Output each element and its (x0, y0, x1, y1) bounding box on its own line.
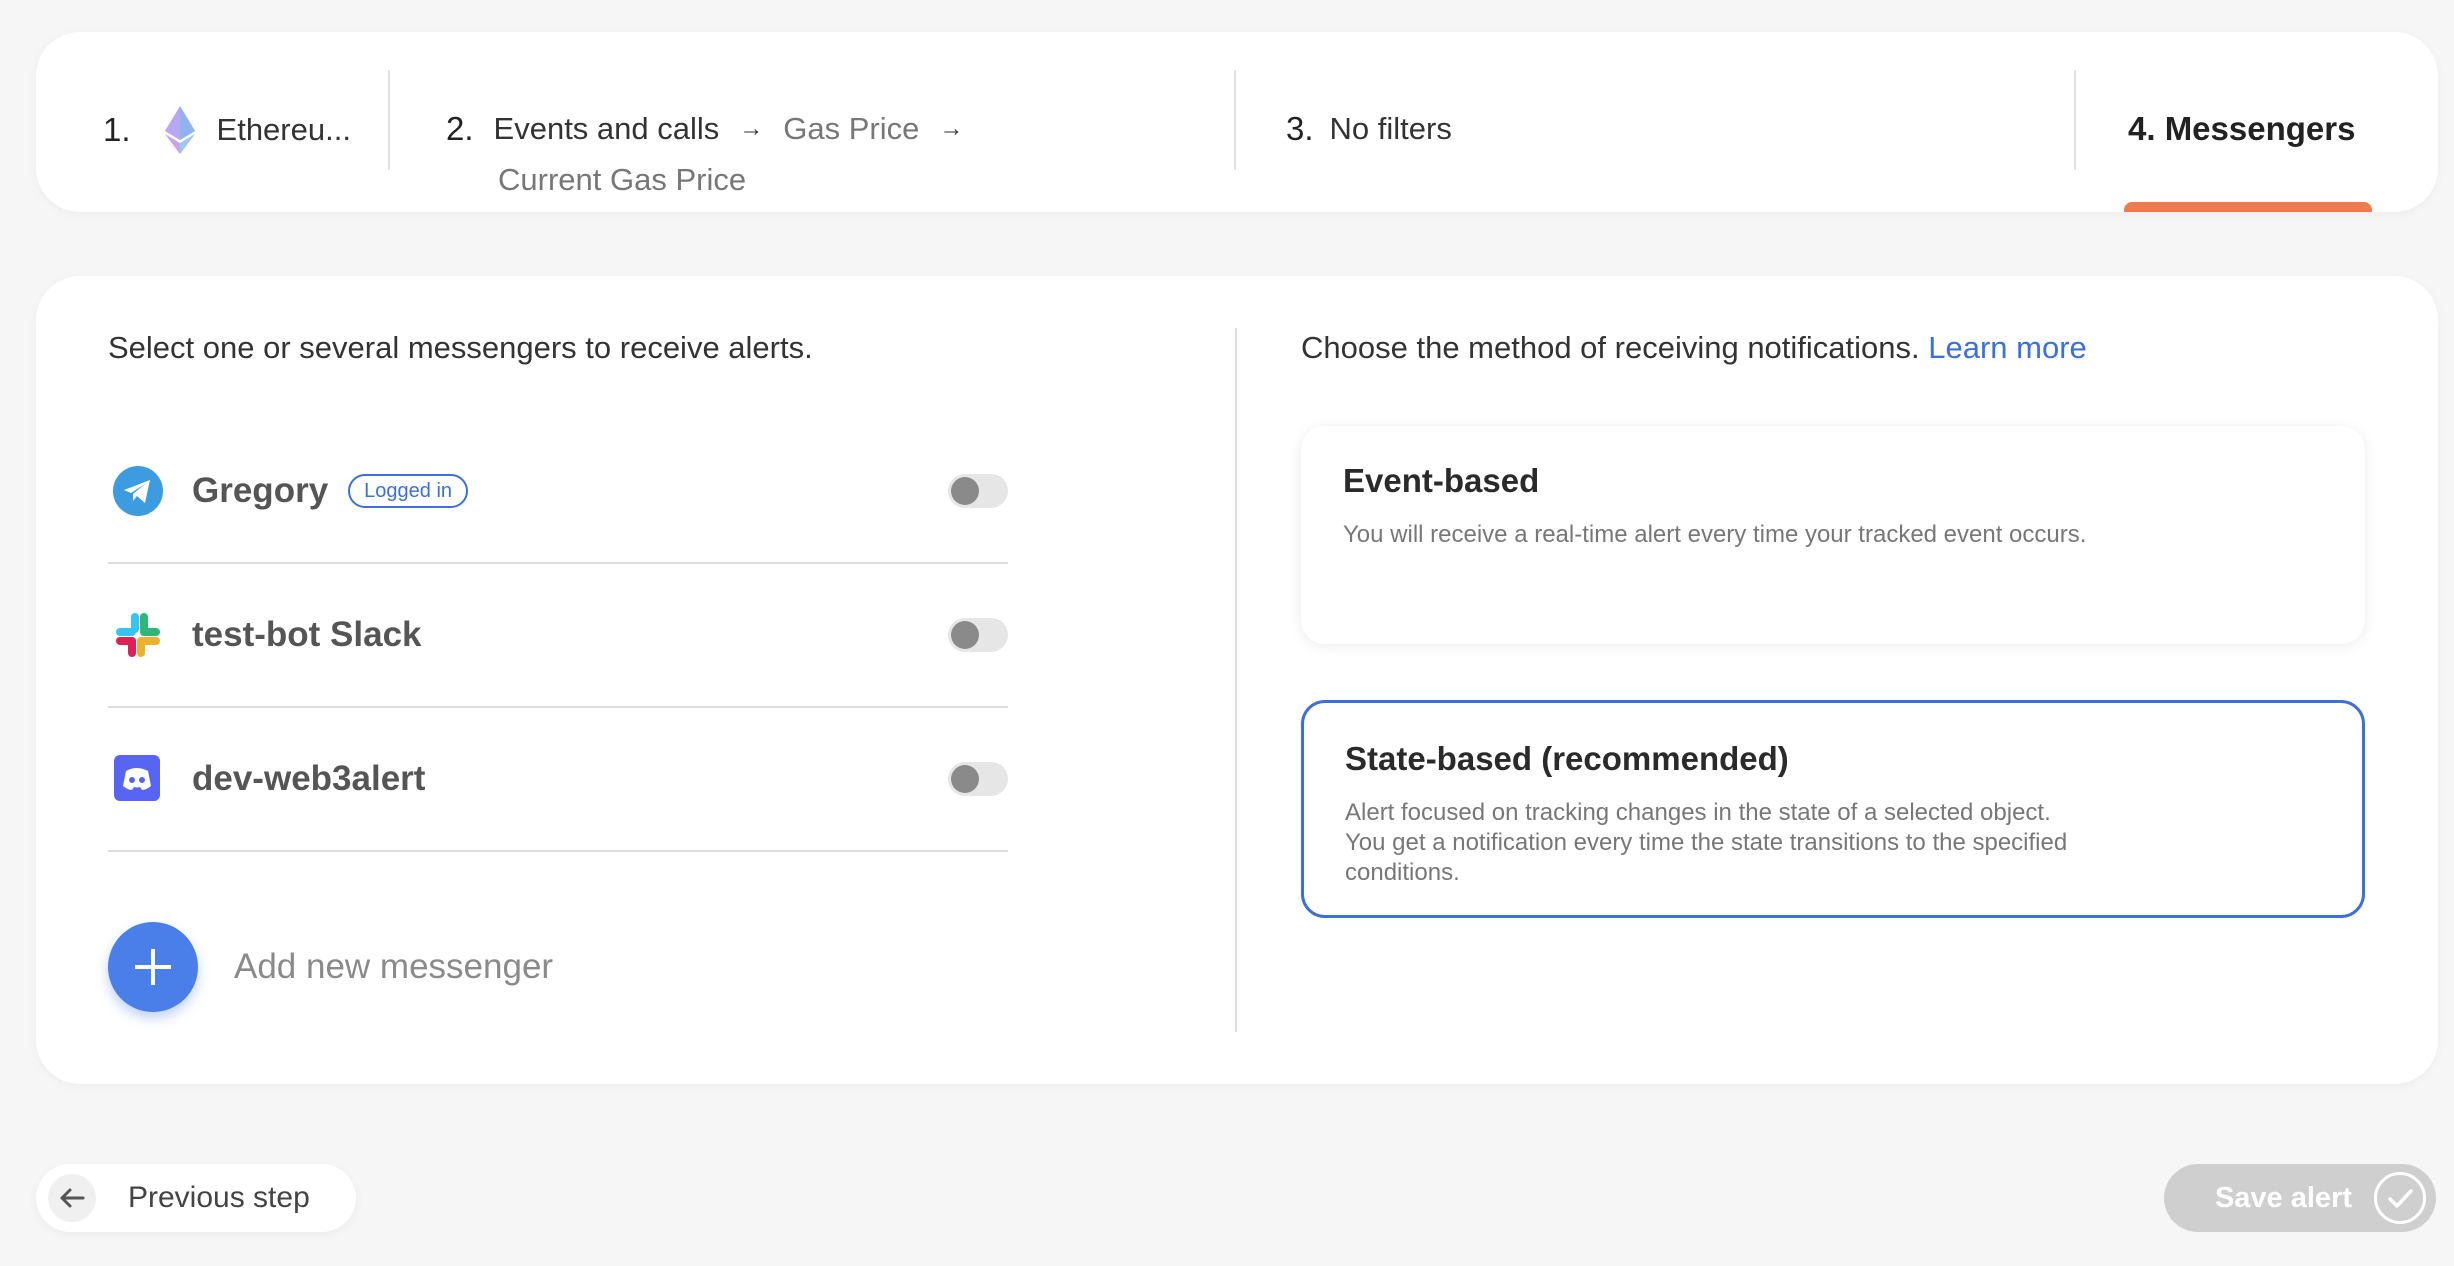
step-divider (1234, 70, 1236, 170)
save-alert-label: Save alert (2214, 1181, 2352, 1214)
messenger-row: Gregory Logged in (108, 420, 1008, 564)
save-alert-button[interactable]: Save alert (2164, 1164, 2436, 1232)
step-sub-label: Current Gas Price (498, 162, 747, 197)
plus-icon[interactable] (108, 922, 198, 1012)
method-title: State-based (recommended) (1345, 740, 1789, 777)
active-step-indicator (2124, 202, 2372, 212)
step-number: 3. (1286, 110, 1314, 147)
step-sub-label: Gas Price (783, 111, 920, 146)
messenger-name: Gregory (192, 471, 329, 510)
methods-title-text: Choose the method of receiving notificat… (1301, 330, 1920, 365)
messenger-row: dev-web3alert (108, 708, 1008, 852)
arrow-left-icon (48, 1174, 96, 1222)
column-divider (1235, 328, 1237, 1032)
messenger-toggle[interactable] (948, 762, 1008, 796)
step-network[interactable]: 1. Ethereu... (103, 104, 351, 156)
method-description: You will receive a real-time alert every… (1343, 521, 2087, 548)
method-option-state-based[interactable]: State-based (recommended) Alert focused … (1301, 700, 2365, 918)
arrow-right-icon: → (939, 115, 964, 142)
step-label: Events and calls (493, 111, 720, 146)
method-option-event-based[interactable]: Event-based You will receive a real-time… (1301, 426, 2365, 644)
learn-more-link[interactable]: Learn more (1928, 330, 2087, 365)
add-messenger-label: Add new messenger (234, 947, 554, 986)
step-divider (2074, 70, 2076, 170)
method-title: Event-based (1343, 462, 1540, 499)
steps-bar: 1. Ethereu... 2. Events and calls → Gas … (36, 32, 2438, 212)
slack-icon (112, 609, 164, 661)
step-number: 2. (446, 110, 474, 147)
step-divider (388, 70, 390, 170)
telegram-icon (112, 465, 164, 517)
methods-title: Choose the method of receiving notificat… (1301, 330, 2087, 366)
messenger-toggle[interactable] (948, 474, 1008, 508)
messenger-toggle[interactable] (948, 618, 1008, 652)
step-messengers[interactable]: 4. Messengers (2128, 110, 2355, 148)
main-card: Select one or several messengers to rece… (36, 276, 2438, 1084)
discord-icon (112, 753, 164, 805)
previous-step-button[interactable]: Previous step (36, 1164, 356, 1232)
ethereum-icon (164, 106, 195, 154)
messenger-name: dev-web3alert (192, 759, 426, 798)
method-description: Alert focused on tracking changes in the… (1345, 799, 2068, 886)
arrow-right-icon: → (739, 115, 764, 142)
step-number: 1. (103, 111, 131, 148)
step-label: No filters (1329, 111, 1452, 146)
previous-step-label: Previous step (128, 1181, 310, 1214)
check-icon (2374, 1172, 2426, 1224)
add-messenger-button[interactable]: Add new messenger (108, 922, 553, 1012)
messengers-title: Select one or several messengers to rece… (108, 330, 813, 365)
messenger-row: test-bot Slack (108, 564, 1008, 708)
step-events[interactable]: 2. Events and calls → Gas Price → Curren… (446, 110, 963, 198)
step-filters[interactable]: 3. No filters (1286, 110, 1452, 148)
step-label: Ethereu... (216, 112, 351, 147)
logged-in-badge: Logged in (348, 474, 469, 508)
messenger-name: test-bot Slack (192, 615, 422, 654)
